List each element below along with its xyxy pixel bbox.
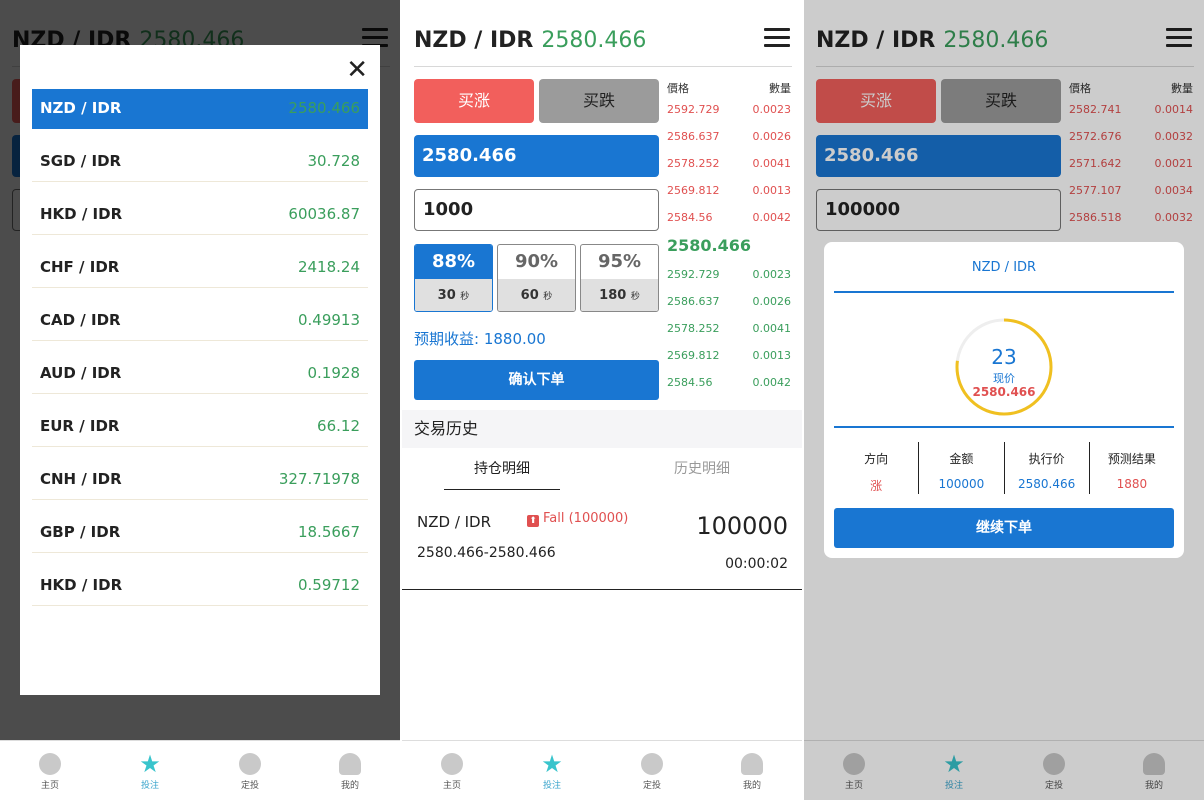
pair-price: 30.728 [307, 152, 361, 170]
order-book-row: 2584.56 0.0042 [667, 211, 791, 224]
pair-price: 18.5667 [297, 523, 360, 541]
nav-item[interactable]: 定投 [622, 753, 682, 791]
option-88[interactable]: 88% 30 秒 [414, 244, 493, 312]
pair-name: CNH / IDR [40, 470, 122, 488]
user-icon [339, 753, 361, 775]
pair-price: 0.59712 [297, 576, 360, 594]
pair-list-item[interactable]: CHF / IDR 2418.24 [32, 248, 368, 288]
order-book-row: 2586.637 0.0026 [667, 130, 791, 143]
user-icon [741, 753, 763, 775]
star-icon: ★ [139, 750, 161, 778]
nav-item[interactable]: ★ 投注 [522, 750, 582, 791]
order-book-row: 2569.812 0.0013 [667, 349, 791, 362]
pair-name: CAD / IDR [40, 311, 121, 329]
now-label: 现价 [993, 372, 1015, 385]
pair-name: NZD / IDR [40, 99, 122, 117]
order-book-row: 2592.729 0.0023 [667, 268, 791, 281]
pair-list-item[interactable]: HKD / IDR 60036.87 [32, 195, 368, 235]
option-95[interactable]: 95% 180 秒 [580, 244, 659, 312]
screen-trade: NZD / IDR 2580.466 买涨 买跌 2580.466 1000 88… [402, 0, 802, 800]
now-price: 2580.466 [972, 385, 1036, 399]
home-icon [39, 753, 61, 775]
pair-price: 2580.466 [288, 99, 360, 117]
position-row[interactable]: NZD / IDR ⬆ Fall (100000) 100000 2580.466… [402, 500, 802, 590]
star-icon: ★ [541, 750, 563, 778]
nav-item[interactable]: 定投 [220, 753, 280, 791]
screen-order-result: NZD / IDR 2580.466 买涨 买跌 2580.466 100000 … [804, 0, 1204, 800]
pair-list-item[interactable]: CNH / IDR 327.71978 [32, 460, 368, 500]
order-book-row: 2592.729 0.0023 [667, 103, 791, 116]
pair-list-item[interactable]: GBP / IDR 18.5667 [32, 513, 368, 553]
pair-name: HKD / IDR [40, 576, 123, 594]
current-price-box: 2580.466 [414, 135, 659, 177]
expected-profit: 预期收益: 1880.00 [414, 330, 546, 348]
history-tabs: 持仓明细 历史明细 [402, 452, 802, 490]
eye-icon [641, 753, 663, 775]
result-columns: 方向涨 金额 100000 执行价 2580.466 预测结果 1880 [834, 442, 1174, 494]
bottom-nav: 主页 ★ 投注 定投 我的 [0, 740, 400, 800]
order-result-modal: NZD / IDR 23 现价 2580.466 方向涨 金额 100000 执行… [824, 242, 1184, 558]
order-book-row: 2569.812 0.0013 [667, 184, 791, 197]
header-pair: NZD / IDR2580.466 [414, 28, 647, 53]
pair-list-item[interactable]: HKD / IDR 0.59712 [32, 566, 368, 606]
eye-icon [239, 753, 261, 775]
confirm-order-button[interactable]: 确认下单 [414, 360, 659, 400]
order-book-row: 2578.252 0.0041 [667, 322, 791, 335]
menu-icon[interactable] [764, 28, 790, 48]
header: NZD / IDR2580.466 [414, 22, 792, 67]
pair-list-item[interactable]: EUR / IDR 66.12 [32, 407, 368, 447]
pair-price: 66.12 [317, 417, 360, 435]
position-direction: ⬆ Fall (100000) [527, 511, 628, 527]
pair-price: 327.71978 [278, 470, 360, 488]
order-book: 價格 數量 2592.729 0.0023 2586.637 0.0026 2578.25… [667, 80, 791, 396]
pair-list-item[interactable]: NZD / IDR 2580.466 [32, 89, 368, 129]
nav-item[interactable]: 我的 [722, 753, 782, 791]
nav-item[interactable]: ★ 投注 [120, 750, 180, 791]
option-90[interactable]: 90% 60 秒 [497, 244, 576, 312]
pair-name: AUD / IDR [40, 364, 122, 382]
order-book-row: 2586.637 0.0026 [667, 295, 791, 308]
pair-name: GBP / IDR [40, 523, 121, 541]
order-book-row: 2584.56 0.0042 [667, 376, 791, 389]
pair-list-modal: ✕ NZD / IDR 2580.466 SGD / IDR 30.728 HKD / … [20, 45, 380, 695]
pair-price: 60036.87 [288, 205, 360, 223]
countdown-ring: 23 现价 2580.466 [954, 317, 1054, 417]
nav-item[interactable]: 主页 [20, 753, 80, 791]
amount-input[interactable]: 1000 [414, 189, 659, 231]
nav-item[interactable]: 我的 [320, 753, 380, 791]
pair-list-item[interactable]: CAD / IDR 0.49913 [32, 301, 368, 341]
buy-up-button[interactable]: 买涨 [414, 79, 534, 123]
pair-name: HKD / IDR [40, 205, 123, 223]
history-title: 交易历史 [402, 410, 802, 448]
pair-price: 2418.24 [297, 258, 360, 276]
continue-order-button[interactable]: 继续下单 [834, 508, 1174, 548]
tab-open-positions[interactable]: 持仓明细 [444, 452, 560, 490]
countdown-number: 23 [991, 345, 1017, 369]
pair-price: 0.1928 [307, 364, 361, 382]
pair-price: 0.49913 [297, 311, 360, 329]
arrow-up-icon: ⬆ [527, 515, 539, 527]
pair-list-item[interactable]: SGD / IDR 30.728 [32, 142, 368, 182]
tab-history[interactable]: 历史明细 [644, 452, 760, 490]
pair-list-item[interactable]: AUD / IDR 0.1928 [32, 354, 368, 394]
nav-item[interactable]: 主页 [422, 753, 482, 791]
screen-pair-list: NZD / IDR2580.466 买涨 2580.466 1000 ✕ NZD… [0, 0, 400, 800]
pair-name: CHF / IDR [40, 258, 120, 276]
close-icon[interactable]: ✕ [346, 55, 368, 85]
pair-name: SGD / IDR [40, 152, 122, 170]
buy-down-button[interactable]: 买跌 [539, 79, 659, 123]
pair-name: EUR / IDR [40, 417, 120, 435]
order-book-mid-price: 2580.466 [667, 236, 752, 255]
order-book-row: 2578.252 0.0041 [667, 157, 791, 170]
bottom-nav: 主页 ★ 投注 定投 我的 [402, 740, 802, 800]
result-title: NZD / IDR [971, 260, 1037, 275]
home-icon [441, 753, 463, 775]
